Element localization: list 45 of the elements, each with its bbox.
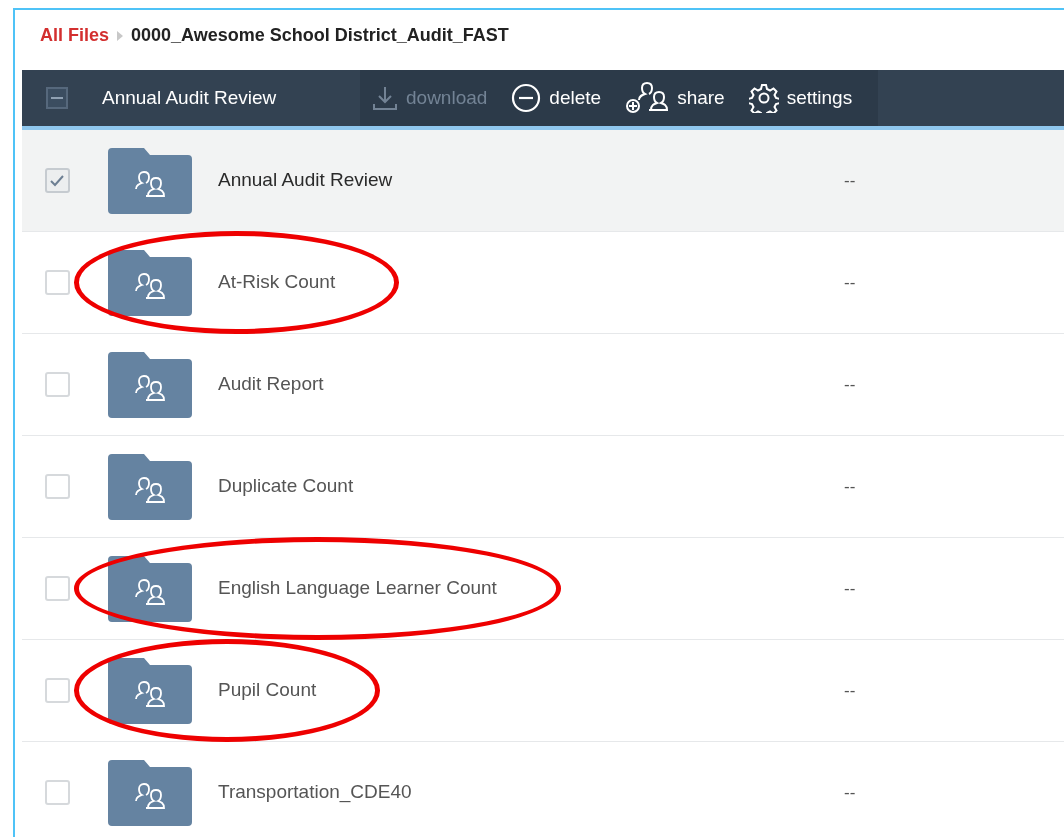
shared-folder-icon <box>108 351 192 418</box>
delete-button[interactable]: delete <box>499 70 614 126</box>
file-row[interactable]: Pupil Count -- <box>22 640 1064 742</box>
row-checkbox[interactable] <box>44 780 70 805</box>
row-checkbox[interactable] <box>44 576 70 601</box>
selection-label: Annual Audit Review <box>101 85 278 110</box>
folder-name[interactable]: English Language Learner Count <box>218 577 497 599</box>
share-button[interactable]: share <box>613 70 737 126</box>
download-icon <box>372 85 398 111</box>
shared-folder-icon <box>108 453 192 520</box>
shared-folder-icon <box>108 555 192 622</box>
shared-folder-icon <box>108 657 192 724</box>
row-checkbox[interactable] <box>44 168 70 193</box>
folder-name[interactable]: Transportation_CDE40 <box>218 781 412 803</box>
add-people-icon <box>625 82 670 114</box>
folder-name[interactable]: Audit Report <box>218 373 324 395</box>
file-row[interactable]: At-Risk Count -- <box>22 232 1064 334</box>
row-checkbox[interactable] <box>44 678 70 703</box>
table-cell-text: -- <box>844 169 856 192</box>
table-cell-text: -- <box>844 781 856 804</box>
breadcrumb-current: 0000_Awesome School District_Audit_FAST <box>131 24 509 47</box>
settings-icon <box>748 83 779 113</box>
row-checkbox[interactable] <box>44 474 70 499</box>
file-row[interactable]: Annual Audit Review -- <box>22 130 1064 232</box>
file-row[interactable]: English Language Learner Count -- <box>22 538 1064 640</box>
select-all-checkbox[interactable] <box>46 87 68 109</box>
table-cell-text: -- <box>844 271 856 294</box>
settings-button[interactable]: settings <box>736 70 865 126</box>
minus-circle-icon <box>511 83 542 113</box>
row-checkbox[interactable] <box>44 270 70 295</box>
table-cell-text: -- <box>844 679 856 702</box>
folder-name[interactable]: Annual Audit Review <box>218 169 393 191</box>
breadcrumb-link[interactable]: All Files <box>40 22 110 49</box>
table-cell-text: -- <box>844 373 856 396</box>
shared-folder-icon <box>108 249 192 316</box>
table-cell-text: -- <box>844 475 856 498</box>
folder-name[interactable]: At-Risk Count <box>218 271 336 293</box>
chevron-icon <box>117 30 124 41</box>
row-checkbox[interactable] <box>44 372 70 397</box>
shared-folder-icon <box>108 759 192 826</box>
table-cell-text: -- <box>844 577 856 600</box>
shared-folder-icon <box>108 147 192 214</box>
folder-name[interactable]: Pupil Count <box>218 679 317 701</box>
checkmark-icon <box>49 173 65 188</box>
folder-name[interactable]: Duplicate Count <box>218 475 354 497</box>
